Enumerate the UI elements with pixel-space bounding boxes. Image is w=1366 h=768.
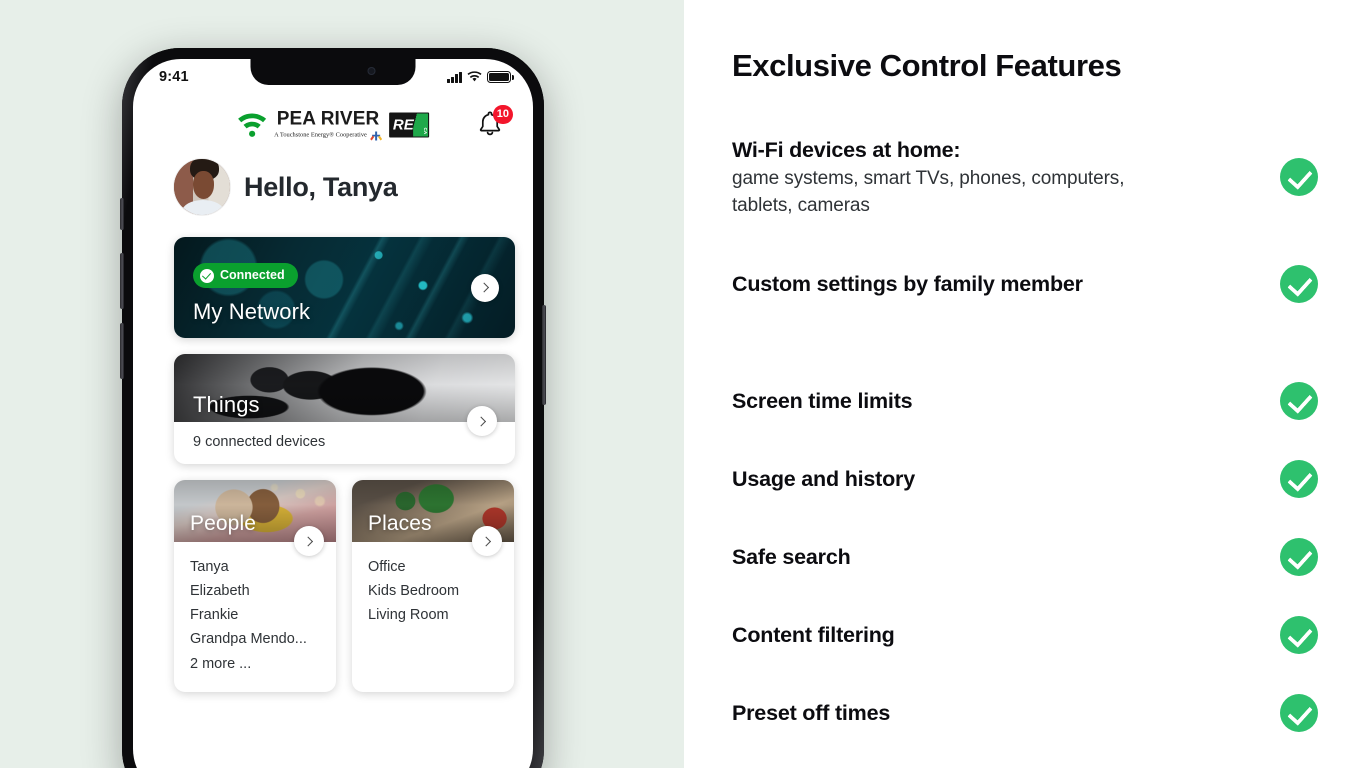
check-circle-icon <box>1280 694 1318 732</box>
check-circle-icon <box>1280 158 1318 197</box>
greeting-text: Hello, Tanya <box>244 171 398 202</box>
re-logo-sub: CA <box>422 127 428 135</box>
feature-label: Screen time limits <box>732 388 913 413</box>
card-title-people: People <box>190 512 256 535</box>
dashboard-cards: Connected My Network Things 9 connected … <box>174 237 515 692</box>
card-people[interactable]: People Tanya Elizabeth Frankie Grandpa M… <box>174 480 336 692</box>
cellular-signal-icon <box>447 71 462 83</box>
check-circle-icon <box>1280 538 1318 576</box>
re-logo-stripe: CA <box>412 113 428 137</box>
wifi-icon <box>467 71 482 82</box>
battery-full-icon <box>487 71 514 83</box>
status-badge-connected: Connected <box>193 263 298 288</box>
feature-row: Safe search <box>732 538 1318 576</box>
feature-text-block: Safe search <box>732 543 851 571</box>
features-panel: Exclusive Control Features Wi-Fi devices… <box>684 0 1366 768</box>
status-icons <box>447 71 514 83</box>
feature-label: Usage and history <box>732 466 915 491</box>
list-item[interactable]: Living Room <box>368 604 500 628</box>
feature-label: Preset off times <box>732 700 891 725</box>
chevron-right-icon[interactable] <box>472 526 502 556</box>
brand-name: PEA RIVER <box>276 108 380 130</box>
check-circle-icon <box>200 268 214 283</box>
brand-tagline-row: A Touchstone Energy® Cooperative <box>274 131 382 141</box>
list-item[interactable]: Office <box>368 556 500 580</box>
check-circle-icon <box>1280 382 1318 420</box>
feature-row: Wi-Fi devices at home: game systems, smar… <box>732 136 1318 219</box>
feature-row: Screen time limits <box>732 382 1318 420</box>
brand-wordmark: PEA RIVER A Touchstone Energy® Cooperati… <box>274 110 382 141</box>
feature-text-block: Preset off times <box>732 699 890 727</box>
check-circle-icon <box>1280 265 1318 303</box>
user-avatar[interactable] <box>174 159 230 215</box>
feature-text-block: Wi-Fi devices at home: game systems, smar… <box>732 136 1172 219</box>
feature-label: Content filtering <box>732 622 895 647</box>
phone-power-button <box>542 305 546 405</box>
page-title: Exclusive Control Features <box>732 48 1122 83</box>
phone-screen: 9:41 PEA RIVER A Touchstone Energy® Coop… <box>133 59 533 768</box>
feature-label: Custom settings by family member <box>732 271 1083 296</box>
page-root: 9:41 PEA RIVER A Touchstone Energy® Coop… <box>0 0 1366 768</box>
feature-label: Safe search <box>732 544 851 569</box>
notification-count-badge: 10 <box>492 105 513 124</box>
list-item[interactable]: Grandpa Mendo... <box>190 628 322 652</box>
feature-row: Usage and history <box>732 460 1318 498</box>
things-device-count: 9 connected devices <box>193 434 326 450</box>
re-logo-text: RE <box>392 116 414 134</box>
list-item[interactable]: Tanya <box>190 556 322 580</box>
people-more-label[interactable]: 2 more ... <box>190 653 322 677</box>
phone-mockup: 9:41 PEA RIVER A Touchstone Energy® Coop… <box>120 48 546 768</box>
feature-row: Custom settings by family member <box>732 265 1318 303</box>
phone-volume-up-button <box>120 253 124 309</box>
feature-row: Preset off times <box>732 694 1318 732</box>
phone-volume-down-button <box>120 323 124 379</box>
app-header: PEA RIVER A Touchstone Energy® Cooperati… <box>133 103 533 147</box>
list-item[interactable]: Frankie <box>190 604 322 628</box>
status-time: 9:41 <box>159 69 189 85</box>
brand-logo: PEA RIVER A Touchstone Energy® Cooperati… <box>237 110 429 141</box>
list-item[interactable]: Elizabeth <box>190 580 322 604</box>
card-my-network[interactable]: Connected My Network <box>174 237 515 338</box>
list-item[interactable]: Kids Bedroom <box>368 580 500 604</box>
feature-text-block: Content filtering <box>732 621 895 649</box>
card-things[interactable]: Things 9 connected devices <box>174 354 515 464</box>
people-places-row: People Tanya Elizabeth Frankie Grandpa M… <box>174 480 515 692</box>
touchstone-energy-icon <box>369 131 382 141</box>
wifi-logo-icon <box>237 113 267 137</box>
chevron-right-icon[interactable] <box>467 406 497 436</box>
re-logo-icon: RE CA <box>388 112 429 138</box>
chevron-right-icon[interactable] <box>471 273 499 302</box>
card-title-things: Things <box>193 392 260 417</box>
notification-bell-button[interactable]: 10 <box>477 105 513 140</box>
greeting-row: Hello, Tanya <box>174 159 398 215</box>
check-circle-icon <box>1280 460 1318 498</box>
feature-text-block: Screen time limits <box>732 387 913 415</box>
brand-tagline: A Touchstone Energy® Cooperative <box>274 131 367 139</box>
phone-mute-switch <box>120 198 124 230</box>
card-title-places: Places <box>368 512 432 535</box>
chevron-right-icon[interactable] <box>294 526 324 556</box>
feature-label: Wi-Fi devices at home: <box>732 138 961 162</box>
status-badge-label: Connected <box>220 268 285 283</box>
check-circle-icon <box>1280 616 1318 654</box>
card-title-my-network: My Network <box>193 299 311 324</box>
front-camera-icon <box>367 67 376 75</box>
people-list: Tanya Elizabeth Frankie Grandpa Mendo...… <box>174 542 336 677</box>
feature-row: Content filtering <box>732 616 1318 654</box>
card-places[interactable]: Places Office Kids Bedroom Living Room <box>352 480 514 692</box>
feature-detail: game systems, smart TVs, phones, compute… <box>732 168 1125 216</box>
phone-notch <box>250 59 416 85</box>
feature-text-block: Usage and history <box>732 465 915 493</box>
feature-text-block: Custom settings by family member <box>732 270 1083 298</box>
